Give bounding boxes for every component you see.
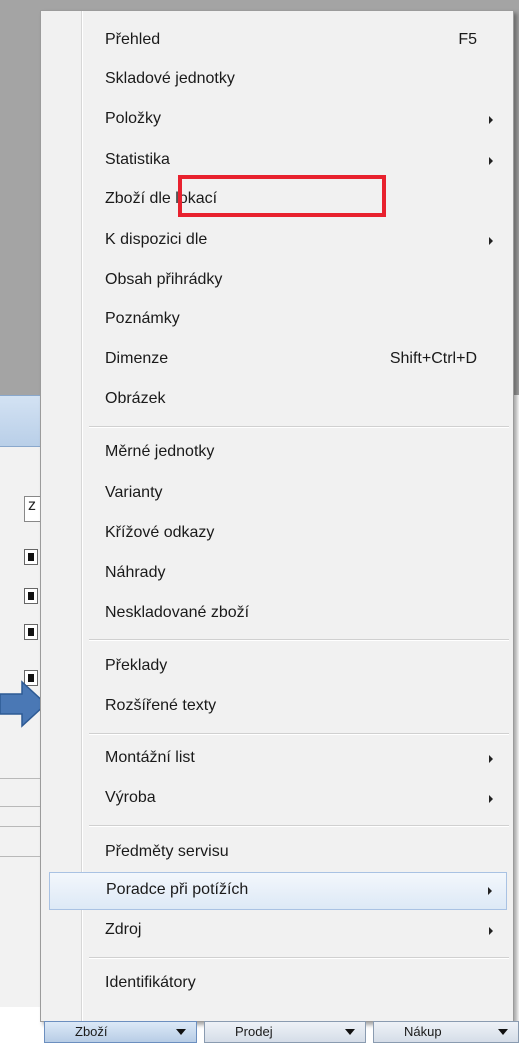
menu-item-label: Identifikátory xyxy=(105,974,196,991)
menu-item-shortcut: F5 xyxy=(458,31,477,48)
submenu-arrow-icon xyxy=(489,237,493,245)
submenu-arrow-icon xyxy=(489,116,493,124)
menu-item-label: Výroba xyxy=(105,789,156,806)
background-checkbox[interactable] xyxy=(24,549,38,565)
menu-item-obrazek[interactable]: Obrázek xyxy=(41,381,513,419)
menu-item-label: Varianty xyxy=(105,484,163,501)
background-divider xyxy=(0,806,44,807)
menu-item-zdroj[interactable]: Zdroj xyxy=(41,912,513,950)
menu-item-label: Předměty servisu xyxy=(105,843,229,860)
menu-item-montazni-list[interactable]: Montážní list xyxy=(41,740,513,778)
dropdown-arrow-icon xyxy=(176,1029,186,1035)
menu-item-merne-jednotky[interactable]: Měrné jednotky xyxy=(41,434,513,472)
menu-item-neskladovane-zbozi[interactable]: Neskladované zboží xyxy=(41,595,513,633)
menu-separator xyxy=(89,825,509,827)
menu-item-skladove-jednotky[interactable]: Skladové jednotky xyxy=(41,61,513,99)
menu-item-poradce-pri-potizich[interactable]: Poradce při potížích xyxy=(49,872,507,910)
background-divider xyxy=(0,778,44,779)
menu-item-label: K dispozici dle xyxy=(105,231,208,248)
menu-item-label: Překlady xyxy=(105,657,168,674)
background-divider xyxy=(0,826,44,827)
menu-item-label: Rozšířené texty xyxy=(105,697,217,714)
menu-item-shortcut: Shift+Ctrl+D xyxy=(389,350,477,367)
menu-item-label: Poradce při potížích xyxy=(106,881,249,898)
submenu-arrow-icon xyxy=(489,157,493,165)
menu-item-varianty[interactable]: Varianty xyxy=(41,475,513,513)
menu-item-polozky[interactable]: Položky xyxy=(41,101,513,139)
menu-item-preklady[interactable]: Překlady xyxy=(41,648,513,686)
menu-item-krizove-odkazy[interactable]: Křížové odkazy xyxy=(41,515,513,553)
menu-item-label: Skladové jednotky xyxy=(105,70,235,87)
menu-item-label: Statistika xyxy=(105,151,170,168)
menu-item-vyroba[interactable]: Výroba xyxy=(41,780,513,818)
dropdown-arrow-icon xyxy=(498,1029,508,1035)
submenu-arrow-icon xyxy=(488,887,492,895)
menu-item-prehled[interactable]: Přehled F5 xyxy=(41,22,513,60)
menu-item-predmety-servisu[interactable]: Předměty servisu xyxy=(41,834,513,872)
menu-item-label: Dimenze xyxy=(105,350,169,367)
menu-item-label: Položky xyxy=(105,110,162,127)
background-divider xyxy=(0,856,44,857)
menu-item-label: Křížové odkazy xyxy=(105,524,215,541)
background-checkbox[interactable] xyxy=(24,624,38,640)
annotation-highlight-box xyxy=(178,175,386,217)
submenu-arrow-icon xyxy=(489,927,493,935)
menu-item-identifikatory[interactable]: Identifikátory xyxy=(41,965,513,1003)
menu-separator xyxy=(89,957,509,959)
menu-item-label: Přehled xyxy=(105,31,161,48)
toolbar-button-label: Prodej xyxy=(235,1024,273,1039)
menu-item-k-dispozici-dle[interactable]: K dispozici dle xyxy=(41,222,513,260)
toolbar-button-label: Zboží xyxy=(75,1024,108,1039)
menu-item-label: Neskladované zboží xyxy=(105,604,250,621)
toolbar-button-label: Nákup xyxy=(404,1024,442,1039)
menu-item-dimenze[interactable]: Dimenze Shift+Ctrl+D xyxy=(41,341,513,379)
menu-item-label: Zdroj xyxy=(105,921,142,938)
menu-item-nahrady[interactable]: Náhrady xyxy=(41,555,513,593)
context-menu: Přehled F5 Skladové jednotky Položky Sta… xyxy=(40,10,514,1022)
menu-separator xyxy=(89,733,509,735)
menu-item-label: Obsah přihrádky xyxy=(105,271,223,288)
menu-item-label: Náhrady xyxy=(105,564,166,581)
menu-item-rozsirene-texty[interactable]: Rozšířené texty xyxy=(41,688,513,726)
menu-item-label: Montážní list xyxy=(105,749,195,766)
submenu-arrow-icon xyxy=(489,755,493,763)
menu-item-label: Poznámky xyxy=(105,310,180,327)
menu-item-label: Obrázek xyxy=(105,390,166,407)
menu-separator xyxy=(89,426,509,428)
menu-item-label: Měrné jednotky xyxy=(105,443,215,460)
background-checkbox[interactable] xyxy=(24,588,38,604)
menu-item-obsah-prihradky[interactable]: Obsah přihrádky xyxy=(41,262,513,300)
dropdown-arrow-icon xyxy=(345,1029,355,1035)
menu-separator xyxy=(89,639,509,641)
menu-item-poznamky[interactable]: Poznámky xyxy=(41,301,513,339)
submenu-arrow-icon xyxy=(489,795,493,803)
